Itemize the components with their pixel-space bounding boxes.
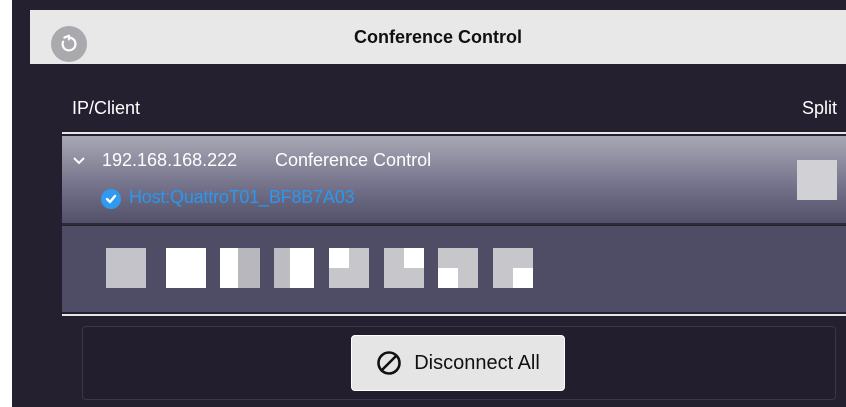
session-ip: 192.168.168.222 xyxy=(102,150,238,170)
layout-split-vertical[interactable] xyxy=(220,248,260,288)
layout-bottom-right[interactable] xyxy=(493,248,533,288)
split-checkbox[interactable] xyxy=(797,160,837,200)
session-row[interactable]: 192.168.168.222 Conference Control Host:… xyxy=(62,136,846,223)
layout-quad-top-right[interactable] xyxy=(384,248,424,288)
column-header-split: Split xyxy=(802,98,838,118)
header-bar: Conference Control xyxy=(30,10,846,64)
chevron-down-icon[interactable] xyxy=(72,154,86,168)
layout-divider xyxy=(62,314,846,316)
row-divider xyxy=(62,223,846,225)
host-label: Host:QuattroT01_BF8B7A03 xyxy=(129,187,355,207)
layout-row xyxy=(62,226,846,312)
header-divider xyxy=(62,132,846,134)
layout-split-vertical-alt[interactable] xyxy=(274,248,314,288)
host-check-icon xyxy=(101,189,121,209)
session-name: Conference Control xyxy=(275,150,432,170)
prohibited-icon xyxy=(377,351,401,375)
layout-gray-full[interactable] xyxy=(106,248,146,288)
page-title: Conference Control xyxy=(353,27,522,47)
layout-white-full[interactable] xyxy=(166,248,206,288)
disconnect-all-button[interactable]: Disconnect All xyxy=(351,335,565,391)
column-header-ip-client: IP/Client xyxy=(72,98,141,118)
left-margin xyxy=(0,0,12,407)
conference-panel: Conference Control IP/Client Split 192.1… xyxy=(12,0,846,407)
layout-two-by-two[interactable] xyxy=(438,248,478,288)
layout-quad-top[interactable] xyxy=(329,248,369,288)
disconnect-all-label: Disconnect All xyxy=(414,351,540,374)
